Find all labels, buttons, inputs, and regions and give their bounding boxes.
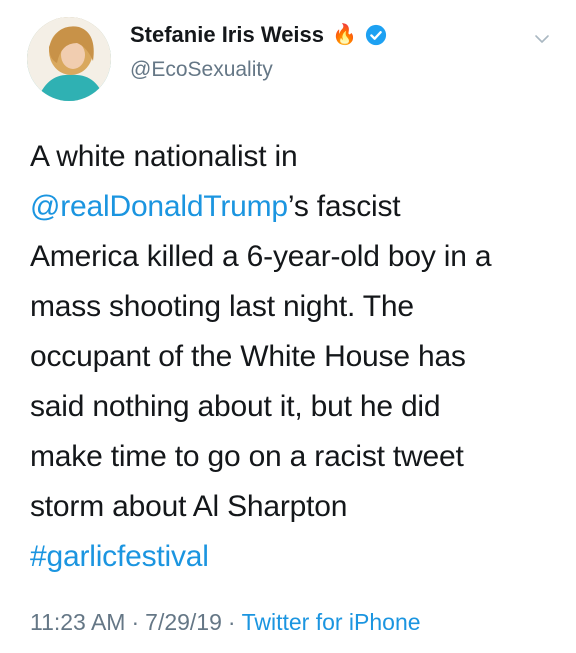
tweet-card: Stefanie Iris Weiss 🔥 @EcoSexuality A wh… [0, 0, 576, 653]
chevron-down-icon[interactable] [533, 30, 551, 48]
tweet-text-line1: A white nationalist in [30, 140, 298, 173]
tweet-text-line2-rest: ’s fascist [287, 190, 401, 223]
meta-separator: · [131, 609, 140, 635]
fire-emoji: 🔥 [332, 24, 357, 46]
tweet-meta: 11:23 AM · 7/29/19 · Twitter for iPhone [30, 609, 421, 636]
tweet-source-link[interactable]: Twitter for iPhone [242, 609, 421, 636]
verified-badge-icon [365, 24, 387, 46]
tweet-text-body: America killed a 6-year-old boy in a mas… [30, 240, 492, 523]
author-name-row: Stefanie Iris Weiss 🔥 [130, 22, 387, 48]
author-handle[interactable]: @EcoSexuality [130, 58, 273, 82]
mention-link[interactable]: @realDonaldTrump [30, 190, 288, 223]
tweet-text: A white nationalist in @realDonaldTrump’… [30, 132, 550, 582]
avatar[interactable] [27, 17, 111, 101]
avatar-image [27, 17, 111, 101]
author-display-name[interactable]: Stefanie Iris Weiss [130, 22, 324, 48]
hashtag-link[interactable]: #garlicfestival [30, 540, 209, 573]
tweet-date[interactable]: 7/29/19 [145, 609, 222, 636]
tweet-time[interactable]: 11:23 AM [30, 609, 125, 636]
meta-separator: · [227, 609, 236, 635]
